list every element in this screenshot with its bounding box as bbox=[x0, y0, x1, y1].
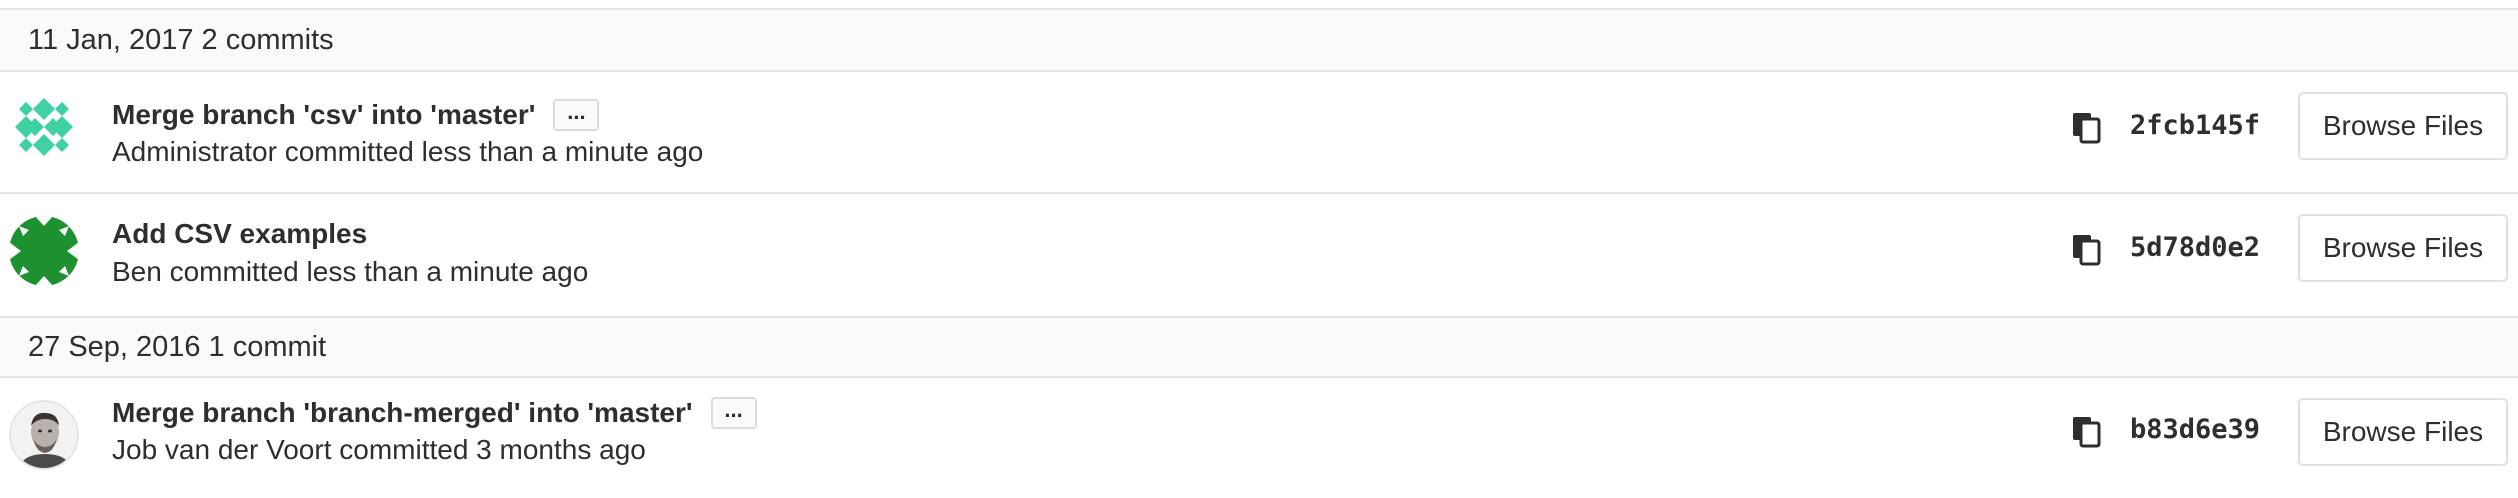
commit-row: Merge branch 'branch-merged' into 'maste… bbox=[0, 378, 2518, 498]
commit-row: Merge branch 'csv' into 'master' ... Adm… bbox=[0, 72, 2518, 194]
commit-title-link[interactable]: Add CSV examples bbox=[112, 218, 367, 250]
commit-sha-link[interactable]: 5d78d0e2 bbox=[2130, 232, 2260, 263]
commit-title-link[interactable]: Merge branch 'csv' into 'master' bbox=[112, 99, 535, 131]
author-avatar[interactable] bbox=[9, 400, 79, 470]
commit-meta: Administrator committed less than a minu… bbox=[112, 136, 704, 167]
commit-meta: Ben committed less than a minute ago bbox=[112, 256, 589, 287]
day-header: 11 Jan, 2017 2 commits bbox=[0, 8, 2518, 72]
identicon-icon bbox=[9, 216, 79, 286]
commit-title-link[interactable]: Merge branch 'branch-merged' into 'maste… bbox=[112, 397, 693, 429]
browse-files-button[interactable]: Browse Files bbox=[2298, 214, 2508, 282]
copy-icon[interactable] bbox=[2070, 414, 2104, 448]
commit-row: Add CSV examples Ben committed less than… bbox=[0, 194, 2518, 318]
commit-meta: Job van der Voort committed 3 months ago bbox=[112, 434, 646, 465]
author-avatar[interactable] bbox=[9, 216, 79, 286]
day-commit-count: 2 commits bbox=[201, 23, 334, 56]
ellipsis-icon[interactable]: ... bbox=[710, 397, 757, 429]
browse-files-button[interactable]: Browse Files bbox=[2298, 92, 2508, 160]
commit-sha-link[interactable]: b83d6e39 bbox=[2130, 414, 2260, 445]
browse-files-button[interactable]: Browse Files bbox=[2298, 398, 2508, 466]
identicon-icon bbox=[9, 92, 79, 162]
ellipsis-icon[interactable]: ... bbox=[553, 99, 600, 131]
copy-icon[interactable] bbox=[2070, 110, 2104, 144]
day-date: 11 Jan, 2017 bbox=[28, 23, 194, 56]
commit-list: 11 Jan, 2017 2 commits Merge branch 'csv… bbox=[0, 0, 2518, 498]
copy-icon[interactable] bbox=[2070, 232, 2104, 266]
commit-sha-link[interactable]: 2fcb145f bbox=[2130, 110, 2260, 141]
day-date: 27 Sep, 2016 bbox=[28, 330, 201, 363]
person-photo-icon bbox=[11, 402, 77, 468]
day-header: 27 Sep, 2016 1 commit bbox=[0, 316, 2518, 378]
day-commit-count: 1 commit bbox=[208, 330, 327, 363]
author-avatar[interactable] bbox=[9, 92, 79, 162]
